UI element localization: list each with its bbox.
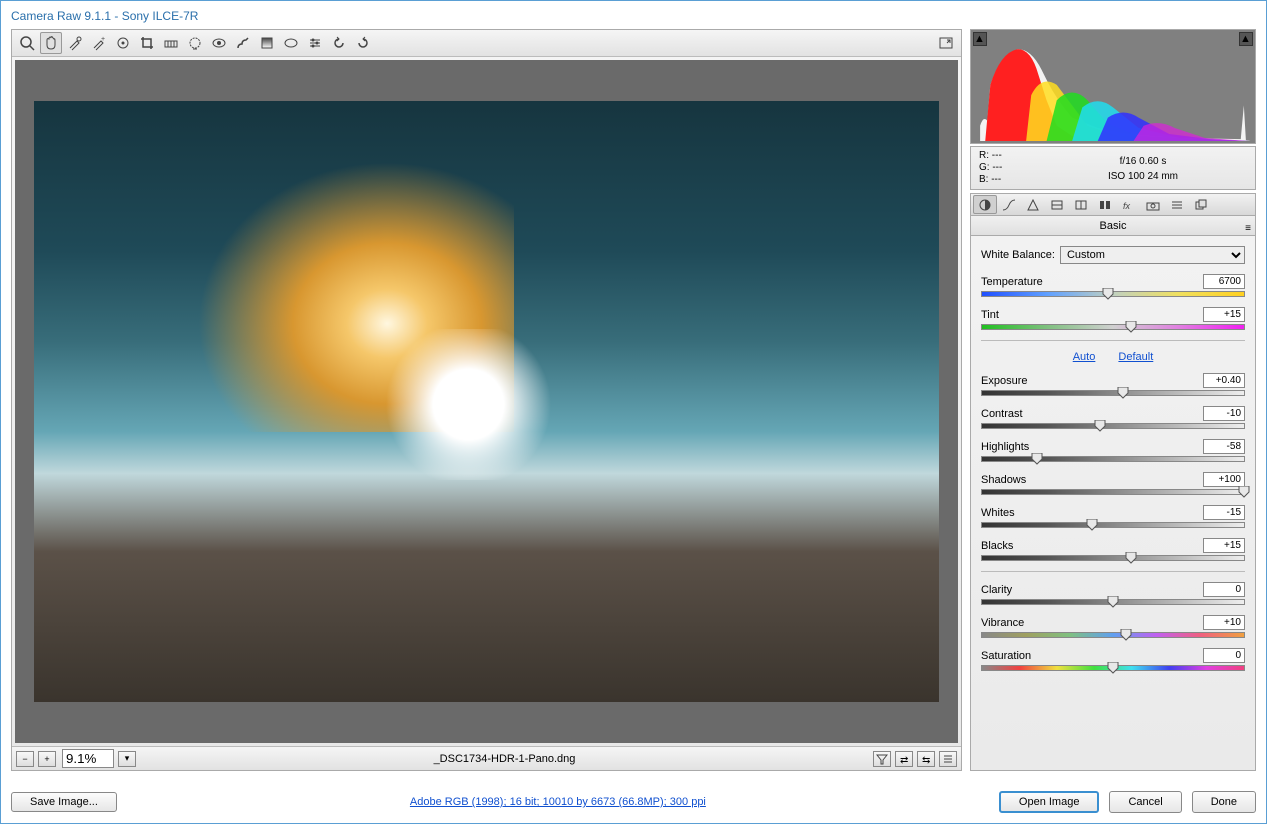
exposure-info-2: ISO 100 24 mm	[1039, 169, 1247, 184]
clarity-input[interactable]	[1203, 582, 1245, 597]
cancel-button[interactable]: Cancel	[1109, 791, 1181, 813]
white-balance-select[interactable]: Custom	[1060, 246, 1245, 264]
svg-text:⇄: ⇄	[900, 755, 908, 765]
filename-label: _DSC1734-HDR-1-Pano.dng	[140, 753, 869, 765]
zoom-dropdown-icon[interactable]: ▾	[118, 751, 136, 767]
zoom-out-button[interactable]: −	[16, 751, 34, 767]
hand-tool-icon[interactable]	[40, 32, 62, 54]
tab-lens-icon[interactable]	[1093, 195, 1117, 214]
tab-detail-icon[interactable]	[1021, 195, 1045, 214]
zoom-in-button[interactable]: +	[38, 751, 56, 767]
tab-basic-icon[interactable]	[973, 195, 997, 214]
color-sampler-tool-icon[interactable]: +	[88, 32, 110, 54]
rotate-cw-icon[interactable]	[352, 32, 374, 54]
window-title: Camera Raw 9.1.1 - Sony ILCE-7R	[1, 1, 1266, 29]
basic-panel: White Balance: Custom Temperature Tint A…	[970, 236, 1256, 771]
save-image-button[interactable]: Save Image...	[11, 792, 117, 812]
auto-link[interactable]: Auto	[1073, 351, 1096, 363]
redeye-tool-icon[interactable]	[208, 32, 230, 54]
exposure-slider[interactable]: Exposure	[981, 373, 1245, 396]
exposure-input[interactable]	[1203, 373, 1245, 388]
blacks-input[interactable]	[1203, 538, 1245, 553]
svg-text:+: +	[101, 36, 105, 43]
contrast-slider[interactable]: Contrast	[981, 406, 1245, 429]
white-balance-label: White Balance:	[981, 249, 1055, 261]
straighten-tool-icon[interactable]	[160, 32, 182, 54]
zoom-tool-icon[interactable]	[16, 32, 38, 54]
tab-curve-icon[interactable]	[997, 195, 1021, 214]
graduated-filter-tool-icon[interactable]	[256, 32, 278, 54]
spot-removal-tool-icon[interactable]	[184, 32, 206, 54]
shadows-input[interactable]	[1203, 472, 1245, 487]
saturation-input[interactable]	[1203, 648, 1245, 663]
targeted-adjust-tool-icon[interactable]	[112, 32, 134, 54]
fullscreen-icon[interactable]	[935, 32, 957, 54]
readout-b: B: ---	[979, 174, 1039, 186]
exposure-info-1: f/16 0.60 s	[1039, 154, 1247, 169]
tab-snapshots-icon[interactable]	[1189, 195, 1213, 214]
status-bar: − + ▾ _DSC1734-HDR-1-Pano.dng ⇄ ⇆	[12, 746, 961, 770]
highlights-slider[interactable]: Highlights	[981, 439, 1245, 462]
filter-icon[interactable]	[873, 751, 891, 767]
tab-split-icon[interactable]	[1069, 195, 1093, 214]
temperature-slider[interactable]: Temperature	[981, 274, 1245, 297]
tab-hsl-icon[interactable]	[1045, 195, 1069, 214]
rotate-ccw-icon[interactable]	[328, 32, 350, 54]
panel-tabs: fx	[970, 193, 1256, 216]
toolbar: +	[12, 30, 961, 57]
tab-fx-icon[interactable]: fx	[1117, 195, 1141, 214]
svg-text:⇆: ⇆	[922, 755, 930, 765]
preferences-tool-icon[interactable]	[304, 32, 326, 54]
whites-slider[interactable]: Whites	[981, 505, 1245, 528]
metadata-readout: R: --- G: --- B: --- f/16 0.60 s ISO 100…	[970, 146, 1256, 190]
tint-input[interactable]	[1203, 307, 1245, 322]
radial-filter-tool-icon[interactable]	[280, 32, 302, 54]
tab-presets-icon[interactable]	[1165, 195, 1189, 214]
shadows-slider[interactable]: Shadows	[981, 472, 1245, 495]
vibrance-input[interactable]	[1203, 615, 1245, 630]
crop-tool-icon[interactable]	[136, 32, 158, 54]
prefs-icon[interactable]	[939, 751, 957, 767]
done-button[interactable]: Done	[1192, 791, 1256, 813]
tab-camera-icon[interactable]	[1141, 195, 1165, 214]
whites-input[interactable]	[1203, 505, 1245, 520]
readout-r: R: ---	[979, 150, 1039, 162]
bottom-bar: Save Image... Adobe RGB (1998); 16 bit; …	[11, 791, 1256, 813]
default-link[interactable]: Default	[1118, 351, 1153, 363]
rating-up-icon[interactable]: ⇄	[895, 751, 913, 767]
panel-header: Basic ≡	[970, 216, 1256, 236]
vibrance-slider[interactable]: Vibrance	[981, 615, 1245, 638]
adjustment-brush-tool-icon[interactable]	[232, 32, 254, 54]
clarity-slider[interactable]: Clarity	[981, 582, 1245, 605]
readout-g: G: ---	[979, 162, 1039, 174]
highlights-input[interactable]	[1203, 439, 1245, 454]
rating-down-icon[interactable]: ⇆	[917, 751, 935, 767]
saturation-slider[interactable]: Saturation	[981, 648, 1245, 671]
panel-menu-icon[interactable]: ≡	[1245, 219, 1251, 239]
workflow-link[interactable]: Adobe RGB (1998); 16 bit; 10010 by 6673 …	[127, 796, 989, 808]
tint-slider[interactable]: Tint	[981, 307, 1245, 330]
temperature-input[interactable]	[1203, 274, 1245, 289]
open-image-button[interactable]: Open Image	[999, 791, 1100, 813]
white-balance-tool-icon[interactable]	[64, 32, 86, 54]
image-preview[interactable]	[15, 60, 958, 743]
zoom-level-select[interactable]	[62, 749, 114, 768]
blacks-slider[interactable]: Blacks	[981, 538, 1245, 561]
contrast-input[interactable]	[1203, 406, 1245, 421]
histogram[interactable]: ▲ ▲	[970, 29, 1256, 144]
svg-text:fx: fx	[1123, 201, 1131, 211]
